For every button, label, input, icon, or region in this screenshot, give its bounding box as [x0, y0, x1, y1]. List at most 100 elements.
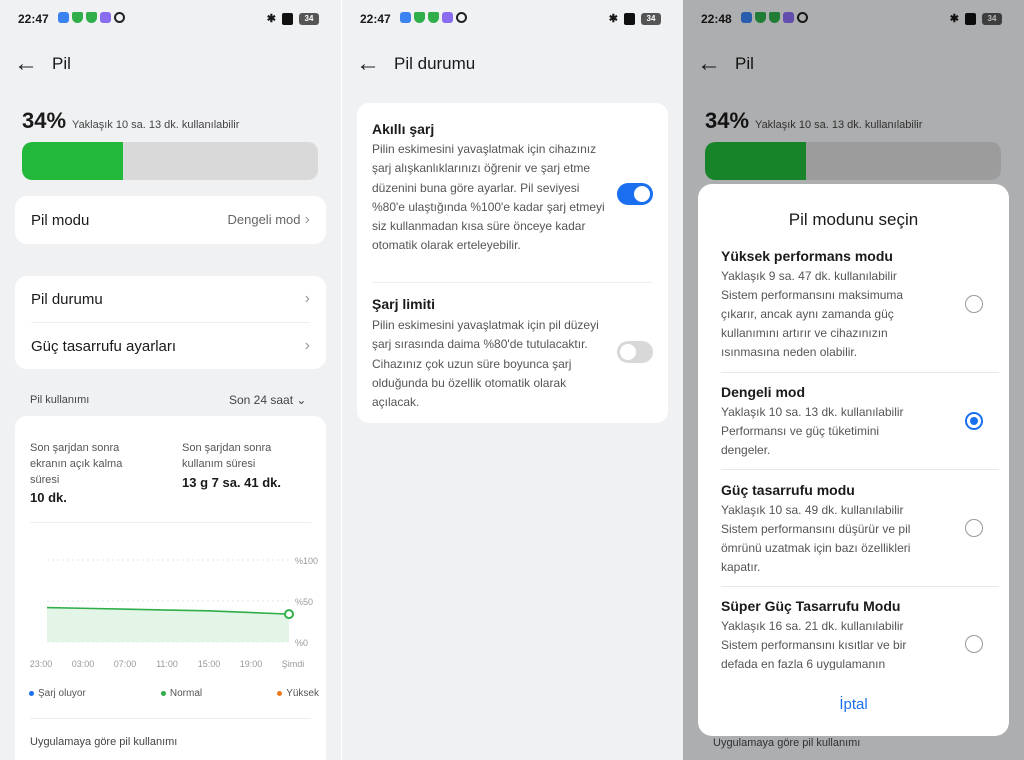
nosim-icon: [624, 12, 635, 25]
usage-card: Son şarjdan sonra ekranın açık kalma sür…: [15, 416, 326, 760]
period-dropdown[interactable]: Son 24 saat ⌄: [229, 393, 306, 407]
divider: [372, 282, 653, 283]
option-title: Dengeli mod: [721, 384, 806, 400]
usage-section-label: Pil kullanımı: [30, 394, 90, 406]
battery-usage-chart: %100 %50 %0 23:00 03:00 07:00 11:00 15:00 19:00 Ş…: [30, 556, 318, 669]
divider: [721, 469, 999, 470]
x-tick-label: 19:00: [240, 659, 263, 669]
divider: [30, 522, 311, 523]
menu-item-label: Pil durumu: [31, 290, 103, 308]
smart-charge-desc: Pilin eskimesini yavaşlatmak için cihazı…: [372, 142, 605, 253]
option-desc: Sistem performansını düşürür ve pil ömrü…: [721, 522, 911, 574]
option-balanced[interactable]: Dengeli mod Yaklaşık 10 sa. 13 dk. kulla…: [721, 384, 994, 460]
legend-dot: [29, 691, 34, 696]
divider: [721, 372, 999, 373]
shield-icon: [414, 12, 425, 23]
radio-balanced[interactable]: [965, 412, 983, 430]
search-icon: [114, 12, 125, 23]
x-tick-label: 11:00: [156, 659, 178, 669]
option-super-power-saving[interactable]: Süper Güç Tasarrufu Modu Yaklaşık 16 sa.…: [721, 598, 994, 670]
bluetooth-icon: ✱: [608, 13, 618, 25]
status-time: 22:47: [18, 12, 49, 26]
x-tick-label: 23:00: [30, 659, 53, 669]
radio-high-performance[interactable]: [965, 295, 983, 313]
settings-card: Pil durumu › Güç tasarrufu ayarları ›: [15, 276, 326, 369]
screen-time-value: 10 dk.: [30, 490, 67, 505]
battery-level-fill: [22, 142, 123, 180]
current-level-marker: [284, 609, 294, 620]
shield-icon: [86, 12, 97, 23]
status-bar: 22:47 ✱ 34: [0, 0, 341, 38]
chevron-right-icon: ›: [304, 337, 310, 354]
option-power-saving[interactable]: Güç tasarrufu modu Yaklaşık 10 sa. 49 dk…: [721, 482, 994, 577]
battery-mode-value: Dengeli mod: [227, 212, 301, 227]
divider: [721, 586, 999, 587]
legend-dot: [160, 691, 166, 696]
legend-text: Yüksek: [286, 688, 319, 699]
page-title: Pil durumu: [394, 54, 476, 73]
app-usage-label[interactable]: Uygulamaya göre pil kullanımı: [30, 736, 177, 748]
toggle-knob: [620, 344, 636, 360]
menu-item-power-saving[interactable]: Güç tasarrufu ayarları ›: [15, 323, 326, 369]
battery-screen: 22:47 ✱ 34 ← Pil 34% Yaklaşık 10 sa. 13 d…: [0, 0, 341, 760]
x-tick-label: 15:00: [198, 659, 221, 669]
battery-level-bar: [22, 142, 318, 180]
option-time: Yaklaşık 10 sa. 49 dk. kullanılabilir: [721, 503, 904, 517]
cancel-button[interactable]: İptal: [698, 696, 1009, 713]
usage-time-label: Son şarjdan sonra kullanım süresi: [182, 442, 272, 470]
battery-percent: 34%: [22, 108, 67, 133]
option-time: Yaklaşık 10 sa. 13 dk. kullanılabilir: [721, 405, 904, 419]
y-tick-label: %100: [295, 556, 318, 566]
legend-normal: Normal: [160, 688, 203, 699]
charge-limit-title: Şarj limiti: [372, 296, 436, 312]
back-arrow-icon[interactable]: ←: [14, 52, 42, 76]
battery-icon: 34: [641, 12, 661, 25]
x-tick-label: Şimdi: [282, 659, 305, 669]
option-title: Süper Güç Tasarrufu Modu: [721, 598, 901, 614]
battery-health-screen: 22:47 ✱ 34 ← Pil durumu Akıllı şarj Pilin…: [342, 0, 683, 760]
period-dropdown-value: Son 24 saat: [229, 393, 294, 407]
option-desc: Sistem performansını maksimuma çıkarır, …: [721, 288, 904, 359]
charging-options-card: Akıllı şarj Pilin eskimesini yavaşlatmak…: [357, 103, 668, 423]
smart-charge-title: Akıllı şarj: [372, 121, 435, 137]
search-icon: [456, 12, 467, 23]
charge-limit-toggle[interactable]: [617, 341, 653, 363]
battery-remaining: Yaklaşık 10 sa. 13 dk. kullanılabilir: [72, 119, 240, 131]
battery-mode-card[interactable]: Pil modu Dengeli mod ›: [15, 196, 326, 244]
x-tick-label: 07:00: [114, 659, 137, 669]
screen-time-label: Son şarjdan sonra ekranın açık kalma sür…: [30, 442, 123, 486]
legend-high: Yüksek: [277, 688, 319, 699]
radio-power-saving[interactable]: [965, 519, 983, 537]
x-tick-label: 03:00: [72, 659, 95, 669]
toggle-knob: [634, 186, 650, 202]
dialog-title: Pil modunu seçin: [788, 210, 919, 229]
back-arrow-icon[interactable]: ←: [356, 52, 384, 76]
smart-charge-toggle[interactable]: [617, 183, 653, 205]
menu-item-battery-health[interactable]: Pil durumu ›: [15, 276, 326, 322]
chevron-right-icon: ›: [304, 290, 310, 307]
usage-time-value: 13 g 7 sa. 41 dk.: [182, 475, 282, 490]
radio-super-power-saving[interactable]: [965, 635, 983, 653]
battery-mode-dialog-screen: 22:48 ✱ 34 ← Pil 34% Yaklaşık 10 sa. 13 d…: [683, 0, 1024, 760]
option-high-performance[interactable]: Yüksek performans modu Yaklaşık 9 sa. 47…: [721, 248, 994, 362]
shield-icon: [428, 12, 439, 23]
chevron-down-icon: ⌄: [296, 393, 307, 407]
legend-charging: Şarj oluyor: [29, 688, 86, 699]
status-bar: 22:47 ✱ 34: [342, 0, 683, 38]
calendar-icon: [400, 12, 411, 23]
shield-icon: [72, 12, 83, 23]
legend-text: Normal: [169, 688, 203, 699]
y-tick-label: %0: [295, 638, 308, 648]
bluetooth-icon: ✱: [266, 13, 276, 25]
battery-icon: 34: [299, 12, 319, 25]
battery-mode-dialog: Pil modunu seçin Yüksek performans modu …: [698, 184, 1009, 736]
app-icon: [442, 12, 453, 23]
option-time: Yaklaşık 16 sa. 21 dk. kullanılabilir: [721, 619, 904, 633]
option-title: Yüksek performans modu: [721, 248, 893, 264]
y-tick-label: %50: [295, 597, 313, 607]
divider: [30, 718, 311, 719]
charge-limit-desc: Pilin eskimesini yavaşlatmak için pil dü…: [372, 318, 599, 410]
nosim-icon: [282, 12, 293, 25]
app-icon: [100, 12, 111, 23]
status-time: 22:47: [360, 12, 391, 26]
